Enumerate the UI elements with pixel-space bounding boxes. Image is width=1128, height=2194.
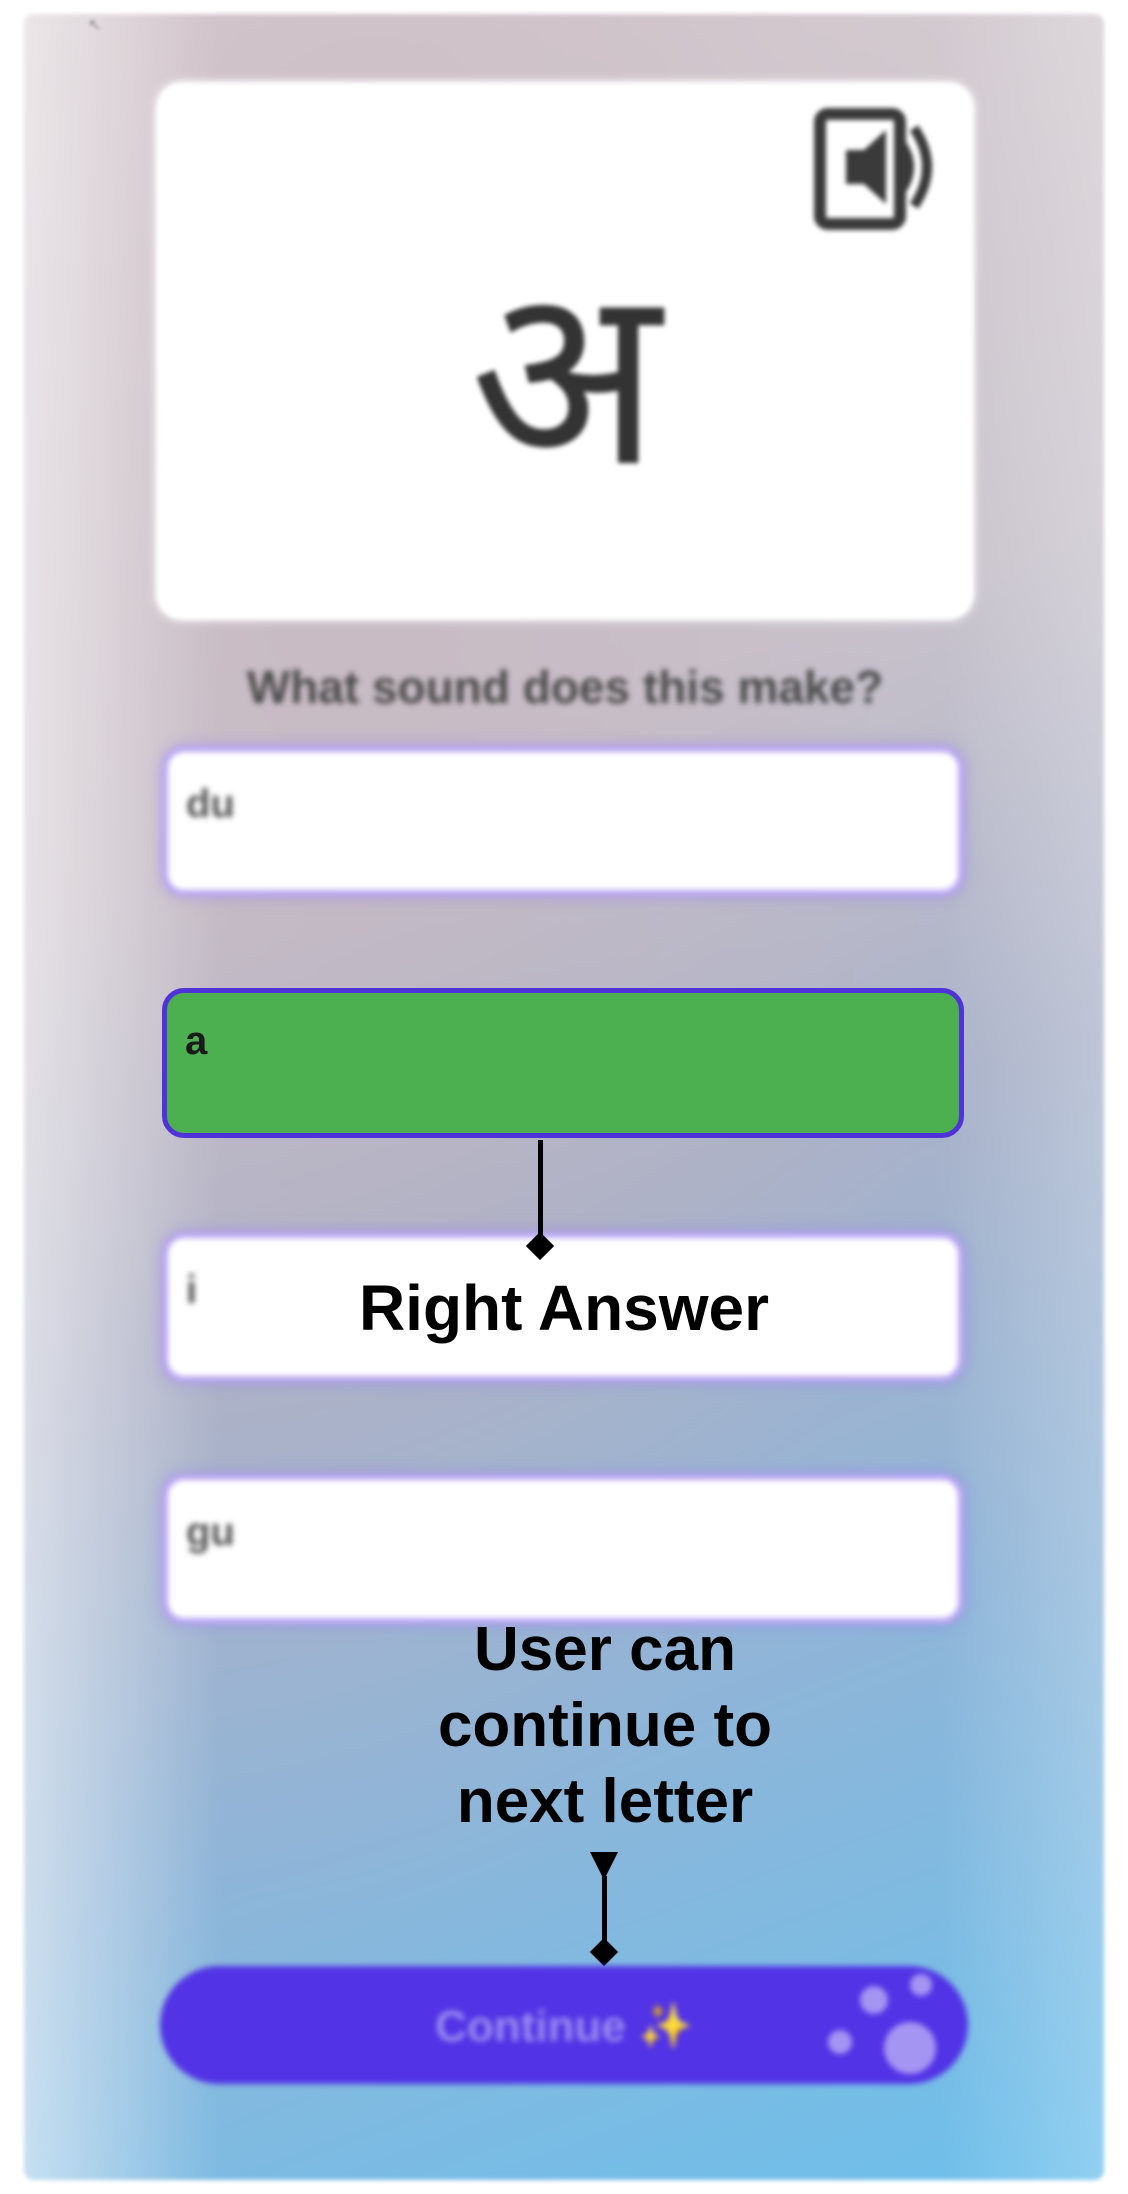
answer-option-label: i xyxy=(186,1268,198,1312)
continue-annotation-line: next letter xyxy=(456,1767,754,1836)
continue-button[interactable]: Continue ✨ xyxy=(160,1966,968,2084)
speaker-card-icon[interactable] xyxy=(806,92,956,242)
continue-annotation-line: continue to xyxy=(437,1691,773,1760)
right-answer-annotation: Right Answer xyxy=(358,1272,770,1344)
continue-annotation: User can continue to next letter xyxy=(380,1612,830,1840)
continue-annotation-line: User can xyxy=(474,1615,736,1684)
answer-option-label: a xyxy=(185,1019,208,1063)
answer-option-du[interactable]: du xyxy=(162,746,964,896)
back-arrow-icon[interactable]: ↖ xyxy=(88,18,104,34)
answer-option-a-correct[interactable]: a xyxy=(162,988,964,1138)
answer-option-label: gu xyxy=(186,1510,235,1554)
answer-option-gu[interactable]: gu xyxy=(162,1474,964,1624)
question-prompt: What sound does this make? xyxy=(246,661,884,713)
answer-option-label: du xyxy=(186,782,235,826)
letter-card: अ xyxy=(156,82,974,620)
letter-glyph: अ xyxy=(469,231,661,522)
screen: ↖ अ What sound does this make? du a i gu… xyxy=(0,0,1128,2194)
right-answer-connector xyxy=(538,1140,543,1244)
